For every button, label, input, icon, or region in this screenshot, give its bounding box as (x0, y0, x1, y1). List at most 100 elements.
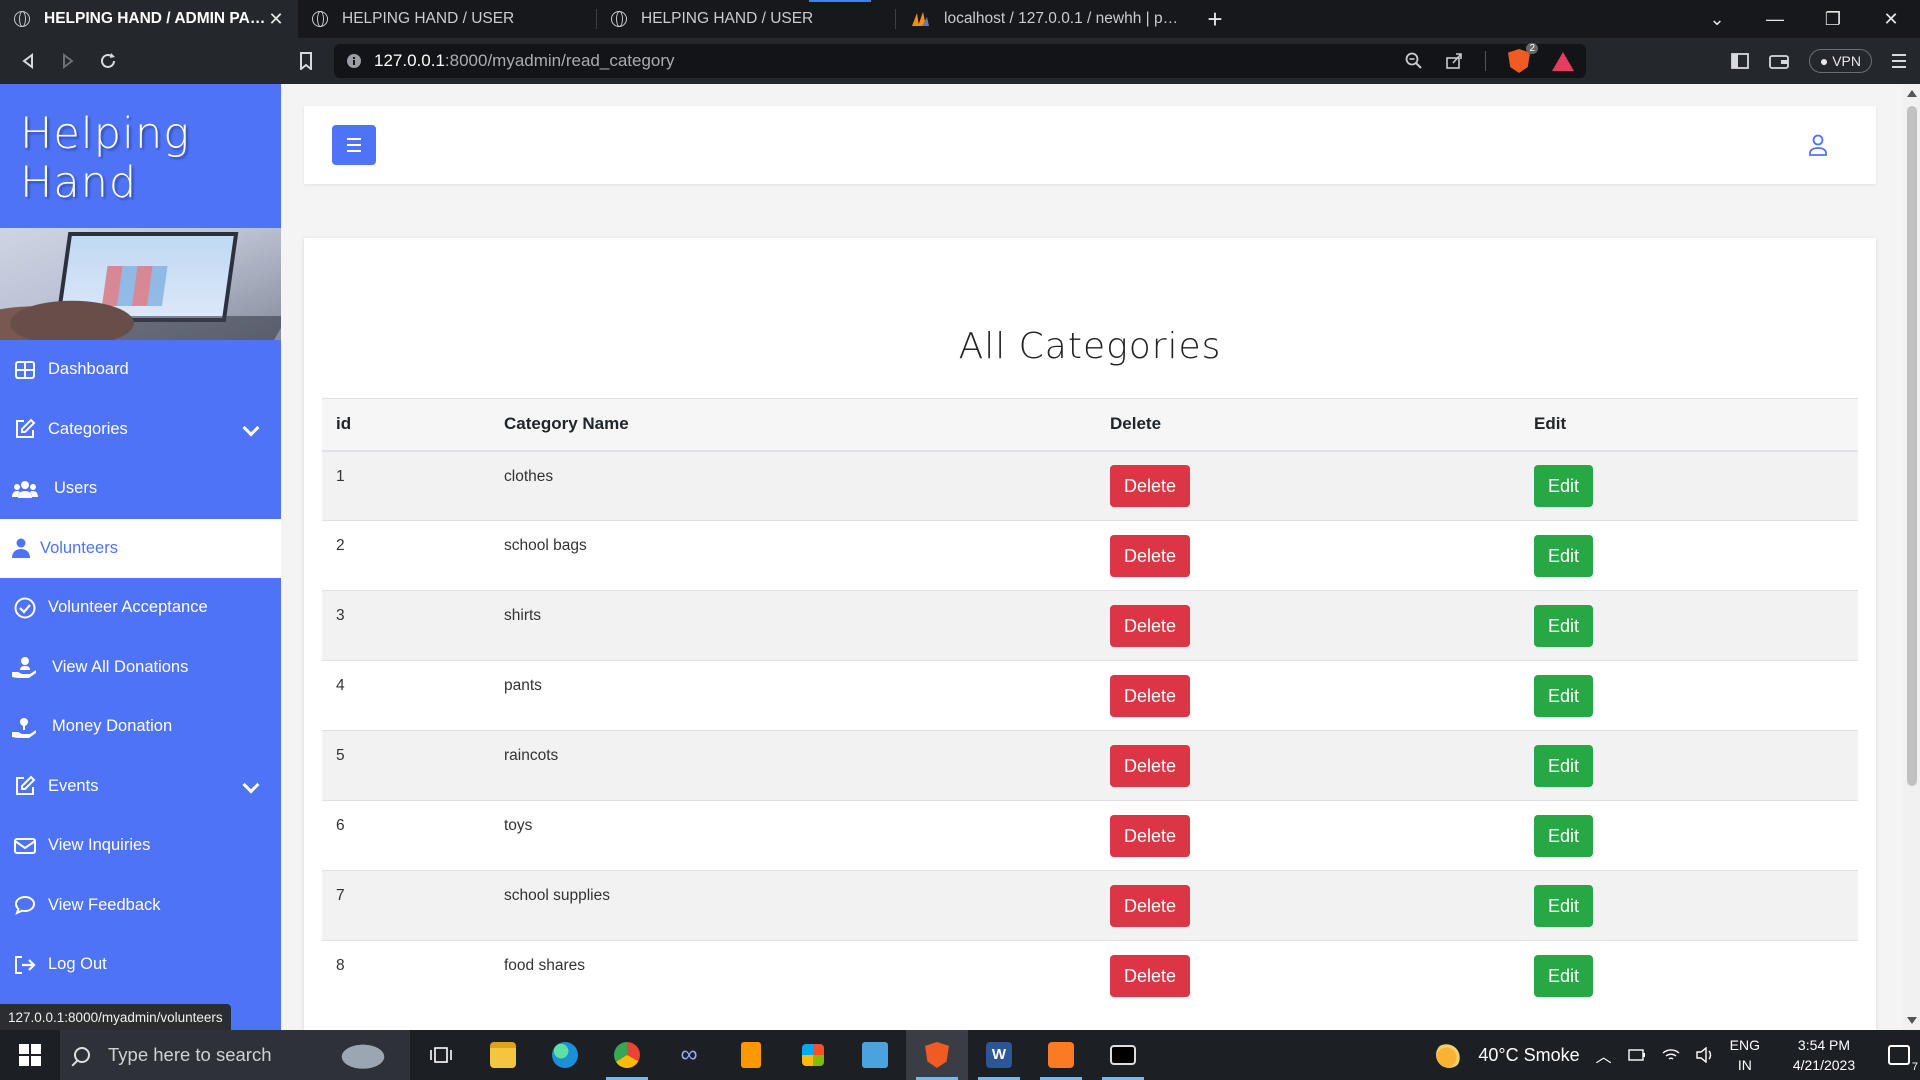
task-view-button[interactable] (410, 1030, 472, 1080)
taskbar-edge[interactable] (534, 1030, 596, 1080)
delete-button[interactable]: Delete (1110, 534, 1191, 577)
sidebar-toggle-icon[interactable] (1730, 53, 1749, 69)
taskbar-store[interactable] (782, 1030, 844, 1080)
site-info-icon[interactable] (346, 53, 362, 69)
delete-button[interactable]: Delete (1110, 884, 1191, 927)
sidebar-item-dashboard[interactable]: Dashboard (0, 340, 281, 400)
sidebar-item-categories[interactable]: Categories (0, 400, 281, 460)
vpn-button[interactable]: ● VPN (1808, 49, 1872, 73)
reload-button[interactable] (88, 41, 128, 81)
edit-cell: Edit (1520, 520, 1858, 591)
battery-icon[interactable] (1627, 1049, 1646, 1061)
notification-center-icon[interactable]: 7 (1888, 1045, 1918, 1073)
browser-tab-strip: HELPING HAND / ADMIN PANEL ✕ HELPING HAN… (0, 0, 1920, 38)
edit-button[interactable]: Edit (1534, 604, 1594, 647)
close-window-button[interactable]: ✕ (1862, 0, 1920, 38)
menu-icon[interactable] (1892, 53, 1906, 69)
user-account-icon[interactable] (1808, 134, 1828, 156)
system-tray: 40°C Smoke ︿ ENG IN 3:54 PM 4/21/2023 7 (1436, 1030, 1920, 1080)
edit-button[interactable]: Edit (1534, 954, 1594, 997)
sidebar-menu: Dashboard Categories Users Volunteers Vo… (0, 340, 281, 995)
edit-button[interactable]: Edit (1534, 534, 1594, 577)
delete-button[interactable]: Delete (1110, 464, 1191, 507)
edit-button[interactable]: Edit (1534, 674, 1594, 717)
address-bar[interactable]: 127.0.0.1:8000/myadmin/read_category 2 (334, 43, 1586, 78)
edit-button[interactable]: Edit (1534, 464, 1594, 507)
delete-button[interactable]: Delete (1110, 744, 1191, 787)
delete-cell: Delete (1096, 800, 1520, 871)
notification-count: 7 (1911, 1061, 1918, 1073)
clock[interactable]: 3:54 PM 4/21/2023 (1776, 1035, 1872, 1075)
tab-admin-panel[interactable]: HELPING HAND / ADMIN PANEL ✕ (0, 0, 298, 38)
shield-count-badge: 2 (1526, 43, 1538, 54)
tab-search-chevron-icon[interactable]: ⌄ (1688, 0, 1746, 38)
sidebar-item-log-out[interactable]: Log Out (0, 935, 281, 995)
sidebar-item-volunteers[interactable]: Volunteers (0, 518, 281, 578)
taskbar-xampp[interactable] (1030, 1030, 1092, 1080)
delete-button[interactable]: Delete (1110, 814, 1191, 857)
taskbar-sublime[interactable] (720, 1030, 782, 1080)
taskbar-search[interactable]: Type here to search (60, 1030, 410, 1080)
sidebar-item-view-all-donations[interactable]: View All Donations (0, 638, 281, 698)
delete-cell: Delete (1096, 940, 1520, 1011)
delete-button[interactable]: Delete (1110, 954, 1191, 997)
category-id: 1 (322, 450, 490, 521)
back-button[interactable] (8, 41, 48, 81)
scroll-up-arrow[interactable] (1907, 90, 1917, 97)
chevron-up-icon[interactable]: ︿ (1596, 1043, 1612, 1067)
sidebar-toggle-button[interactable] (332, 125, 376, 165)
magnifier-app-icon (862, 1042, 888, 1068)
share-icon[interactable] (1445, 52, 1463, 70)
taskbar-brave[interactable] (906, 1030, 968, 1080)
sidebar-item-volunteer-acceptance[interactable]: Volunteer Acceptance (0, 578, 281, 638)
bookmark-button[interactable] (286, 41, 326, 81)
close-tab-icon[interactable]: ✕ (268, 9, 284, 30)
language-indicator[interactable]: ENG IN (1730, 1035, 1760, 1075)
top-navbar (304, 106, 1876, 184)
edit-button[interactable]: Edit (1534, 744, 1594, 787)
globe-icon (611, 11, 627, 27)
zoom-icon[interactable] (1405, 52, 1423, 70)
page-scrollbar[interactable] (1903, 84, 1920, 1030)
minimize-button[interactable]: — (1746, 0, 1804, 38)
edit-cell: Edit (1520, 590, 1858, 661)
tab-user-1[interactable]: HELPING HAND / USER (298, 0, 596, 38)
sidebar-item-users[interactable]: Users (0, 459, 281, 519)
delete-button[interactable]: Delete (1110, 604, 1191, 647)
taskbar-word[interactable]: W (968, 1030, 1030, 1080)
taskbar-chrome[interactable] (596, 1030, 658, 1080)
chevron-down-icon[interactable] (242, 776, 260, 793)
edge-icon (552, 1042, 578, 1068)
taskbar-terminal[interactable] (1092, 1030, 1154, 1080)
edit-button[interactable]: Edit (1534, 814, 1594, 857)
sidebar-item-view-feedback[interactable]: View Feedback (0, 876, 281, 936)
sidebar-item-label: View Feedback (48, 895, 161, 914)
brave-rewards-icon[interactable] (1552, 51, 1574, 71)
sidebar-item-events[interactable]: Events (0, 757, 281, 817)
scroll-down-arrow[interactable] (1907, 1017, 1917, 1024)
category-id: 7 (322, 870, 490, 941)
taskbar-search-app[interactable] (844, 1030, 906, 1080)
taskbar-infinity-app[interactable]: ∞ (658, 1030, 720, 1080)
tab-user-2[interactable]: HELPING HAND / USER (597, 0, 895, 38)
wifi-icon[interactable] (1662, 1048, 1680, 1062)
weather-text[interactable]: 40°C Smoke (1478, 1045, 1579, 1066)
new-tab-button[interactable]: + (1194, 0, 1236, 38)
table-row: 5 raincots Delete Edit (322, 730, 1858, 801)
volume-icon[interactable] (1695, 1047, 1714, 1063)
edit-button[interactable]: Edit (1534, 884, 1594, 927)
delete-button[interactable]: Delete (1110, 674, 1191, 717)
tab-phpmyadmin[interactable]: localhost / 127.0.0.1 / newhh | phpMy (896, 0, 1194, 38)
forward-button[interactable] (48, 41, 88, 81)
taskbar-file-explorer[interactable] (472, 1030, 534, 1080)
wallet-icon[interactable] (1768, 53, 1789, 69)
brand-title[interactable]: Helping Hand (0, 84, 281, 228)
language-line-2: IN (1737, 1057, 1752, 1073)
restore-button[interactable]: ❐ (1804, 0, 1862, 38)
sidebar-item-view-inquiries[interactable]: View Inquiries (0, 816, 281, 876)
scrollbar-thumb[interactable] (1907, 106, 1917, 786)
chevron-down-icon[interactable] (242, 419, 260, 436)
sidebar-item-money-donation[interactable]: Money Donation (0, 697, 281, 757)
brave-shields-button[interactable]: 2 (1508, 43, 1538, 73)
start-button[interactable] (0, 1030, 60, 1080)
